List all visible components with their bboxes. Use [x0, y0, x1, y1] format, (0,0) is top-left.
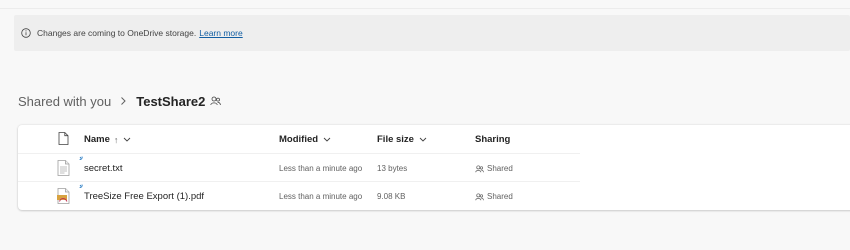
text-file-icon — [57, 160, 70, 176]
info-icon — [21, 28, 31, 38]
file-list-header: Name ↑ Modified File size Sharing — [18, 125, 850, 153]
chevron-right-icon — [120, 96, 127, 106]
modified-date: Less than a minute ago — [279, 164, 363, 173]
file-size: 9.08 KB — [377, 192, 406, 201]
modified-date: Less than a minute ago — [279, 192, 363, 201]
column-header-name[interactable]: Name ↑ — [84, 134, 131, 145]
chevron-down-icon — [419, 137, 427, 142]
shared-people-icon — [475, 192, 484, 200]
column-header-sharing[interactable]: Sharing — [475, 134, 510, 145]
chevron-down-icon — [323, 137, 331, 142]
file-name[interactable]: secret.txt — [84, 163, 123, 174]
shared-people-icon — [475, 164, 484, 172]
table-row[interactable]: secret.txt Less than a minute ago 13 byt… — [18, 153, 580, 182]
top-strip — [0, 0, 850, 9]
file-type-column-icon[interactable] — [58, 132, 69, 145]
chevron-down-icon — [123, 137, 131, 142]
breadcrumb-current-folder: TestShare2 — [136, 93, 206, 109]
sharing-status: Shared — [475, 164, 513, 173]
pdf-file-icon — [57, 188, 70, 204]
banner-message: Changes are coming to OneDrive storage. — [37, 28, 197, 38]
table-row[interactable]: TreeSize Free Export (1).pdf Less than a… — [18, 181, 580, 210]
file-size: 13 bytes — [377, 164, 408, 173]
file-list: Name ↑ Modified File size Sharing secret… — [18, 125, 850, 210]
storage-notice-banner: Changes are coming to OneDrive storage. … — [14, 15, 850, 51]
learn-more-link[interactable]: Learn more — [199, 28, 242, 38]
column-header-file-size[interactable]: File size — [377, 134, 427, 145]
shared-people-icon[interactable] — [210, 96, 222, 106]
sharing-status: Shared — [475, 192, 513, 201]
breadcrumb: Shared with you TestShare2 — [18, 91, 222, 111]
breadcrumb-shared-with-you[interactable]: Shared with you — [18, 94, 111, 109]
sort-ascending-icon: ↑ — [113, 134, 119, 145]
file-name[interactable]: TreeSize Free Export (1).pdf — [84, 191, 204, 202]
column-header-modified[interactable]: Modified — [279, 134, 331, 145]
